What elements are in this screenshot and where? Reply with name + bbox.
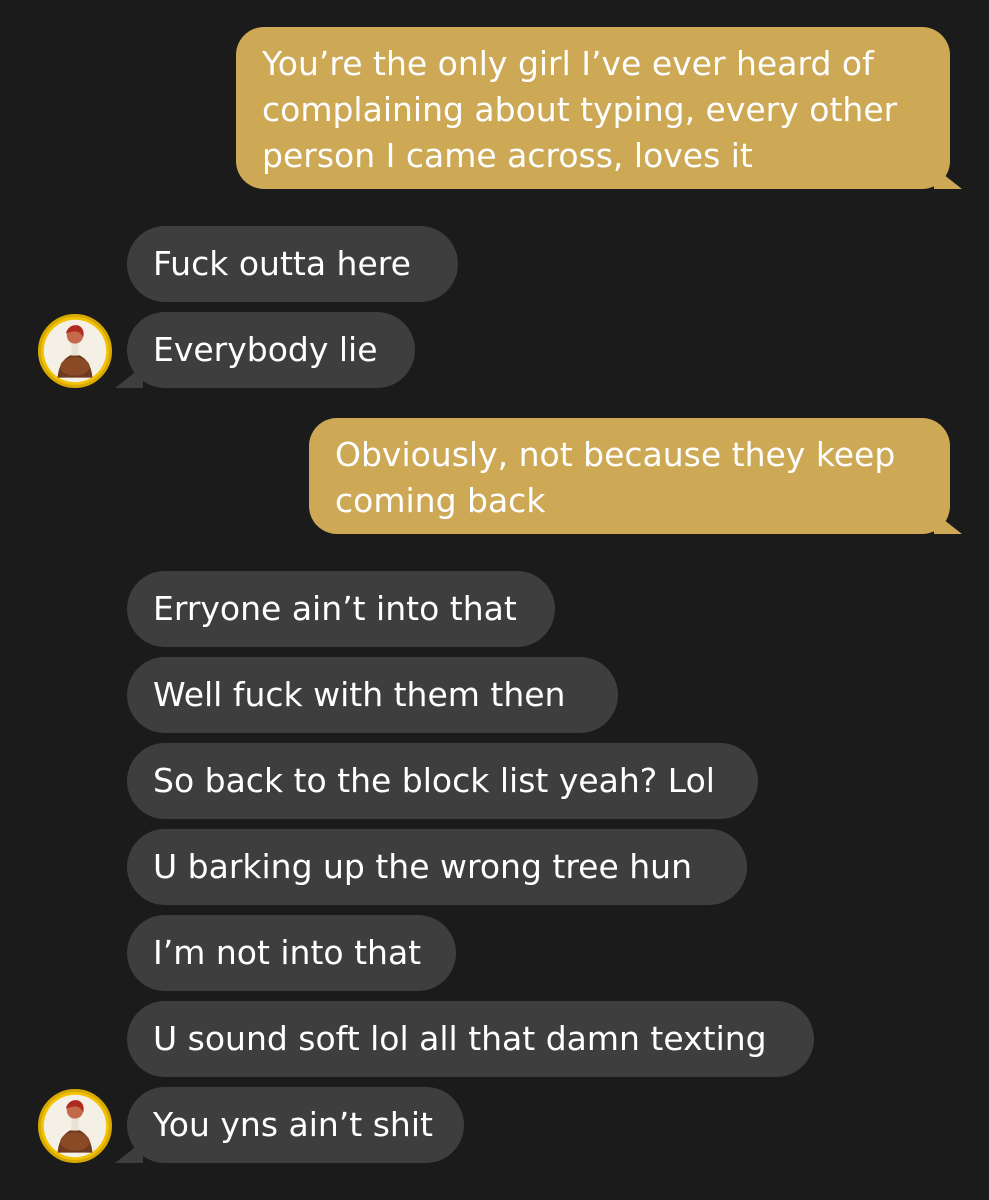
received-message-bubble[interactable]: Fuck outta here bbox=[127, 226, 458, 302]
received-message-bubble[interactable]: Everybody lie bbox=[115, 312, 415, 388]
message-text: I’m not into that bbox=[153, 933, 422, 972]
message-text: So back to the block list yeah? Lol bbox=[153, 761, 715, 800]
received-message-bubble[interactable]: U barking up the wrong tree hun bbox=[127, 829, 747, 905]
sent-message-bubble[interactable]: You’re the only girl I’ve ever heard of … bbox=[236, 27, 962, 189]
bubble-tail bbox=[934, 512, 962, 534]
message-text: Obviously, not because they keep coming … bbox=[335, 435, 896, 520]
message-text: Fuck outta here bbox=[153, 244, 411, 283]
sent-message-bubble[interactable]: Obviously, not because they keep coming … bbox=[309, 418, 962, 534]
bubble-tail bbox=[934, 167, 962, 189]
contact-avatar-icon[interactable] bbox=[38, 1089, 112, 1163]
message-text: U sound soft lol all that damn texting bbox=[153, 1019, 767, 1058]
message-text: You’re the only girl I’ve ever heard of … bbox=[262, 44, 898, 175]
received-message-bubble[interactable]: U sound soft lol all that damn texting bbox=[127, 1001, 814, 1077]
received-message-bubble[interactable]: Erryone ain’t into that bbox=[127, 571, 555, 647]
message-text: You yns ain’t shit bbox=[153, 1105, 433, 1144]
message-text: Well fuck with them then bbox=[153, 675, 566, 714]
received-message-bubble[interactable]: You yns ain’t shit bbox=[115, 1087, 464, 1163]
contact-avatar-icon[interactable] bbox=[38, 314, 112, 388]
message-text: U barking up the wrong tree hun bbox=[153, 847, 693, 886]
message-text: Erryone ain’t into that bbox=[153, 589, 517, 628]
bubble-tail bbox=[115, 1141, 143, 1163]
received-message-bubble[interactable]: I’m not into that bbox=[127, 915, 456, 991]
received-message-bubble[interactable]: Well fuck with them then bbox=[127, 657, 618, 733]
message-text: Everybody lie bbox=[153, 330, 378, 369]
received-message-bubble[interactable]: So back to the block list yeah? Lol bbox=[127, 743, 758, 819]
bubble-tail bbox=[115, 366, 143, 388]
